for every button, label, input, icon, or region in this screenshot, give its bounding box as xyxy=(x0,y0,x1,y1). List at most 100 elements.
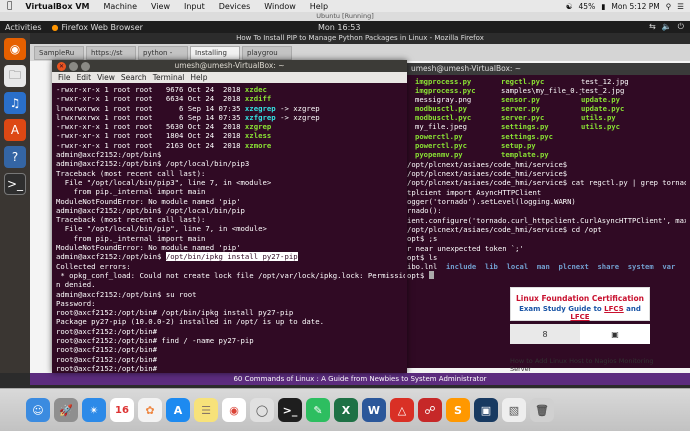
dir-entry: include xyxy=(445,262,477,272)
menu-help[interactable]: Help xyxy=(190,73,207,82)
terminal-line: -rwxr-xr-x 1 root root 9676 Oct 24 2018 … xyxy=(56,85,405,94)
dir-entry xyxy=(476,262,485,271)
launchpad-icon[interactable]: 🚀 xyxy=(54,398,78,422)
filename: xzmore xyxy=(244,140,272,150)
article-footer-banner[interactable]: 60 Commands of Linux : A Guide from Newb… xyxy=(30,373,690,385)
menu-view[interactable]: View xyxy=(144,2,177,11)
file-entry xyxy=(581,132,651,141)
terminal-output[interactable]: -rwxr-xr-x 1 root root 9676 Oct 24 2018 … xyxy=(52,83,407,373)
terminal-icon[interactable]: >_ xyxy=(278,398,302,422)
share-count-button[interactable]: 8 xyxy=(510,324,580,344)
file-entry: modbusctl.py xyxy=(415,104,467,114)
preview-icon[interactable]: ▧ xyxy=(502,398,526,422)
reader-icon[interactable]: ☍ xyxy=(418,398,442,422)
software-dock-icon[interactable]: A xyxy=(4,119,26,141)
evernote-icon[interactable]: ✎ xyxy=(306,398,330,422)
menu-window[interactable]: Window xyxy=(257,2,303,11)
file-entry: update.pyc xyxy=(581,104,625,114)
firefox-dock-icon[interactable]: ◉ xyxy=(4,38,26,60)
minimize-window-button[interactable] xyxy=(69,61,78,71)
browser-icon[interactable]: ◯ xyxy=(250,398,274,422)
browser-tab[interactable]: python - xyxy=(138,45,188,60)
filename: xzegrep xyxy=(244,103,276,113)
terminal-line: ibo.lnl include lib local man plcnext sh… xyxy=(407,262,686,271)
terminal-title: umesh@umesh-VirtualBox: ~ xyxy=(174,61,285,70)
terminal-line: * opkg_conf_load: Could not create lock … xyxy=(56,271,405,280)
file-entry: settings.py xyxy=(501,122,549,132)
terminal-line-text: ModuleNotFoundError: No module named 'pi… xyxy=(56,196,241,206)
photos-icon[interactable]: ✿ xyxy=(138,398,162,422)
menu-machine[interactable]: Machine xyxy=(97,2,145,11)
file-listing: imgprocess.py regctl.pyc test_12.jpg imgpro… xyxy=(405,75,690,159)
menubar-clock[interactable]: Mon 5:12 PM xyxy=(611,2,659,11)
close-window-button[interactable]: ✕ xyxy=(57,61,66,71)
ubuntu-system-menu[interactable]: ⇆ 🔈 ⏻ xyxy=(649,22,684,32)
help-dock-icon[interactable]: ? xyxy=(4,146,26,168)
acrobat-icon[interactable]: △ xyxy=(390,398,414,422)
certification-ad[interactable]: Linux Foundation Certification Exam Stud… xyxy=(510,287,650,321)
file-entry: settings.pyc xyxy=(501,131,553,141)
battery-icon[interactable]: ▮ xyxy=(601,2,605,11)
terminal-line-text: * opkg_conf_load: Could not create lock … xyxy=(56,270,405,280)
browser-tab[interactable]: https://st xyxy=(86,45,136,60)
main-terminal-window[interactable]: ✕ umesh@umesh-VirtualBox: ~ File Edit Vi… xyxy=(52,60,407,373)
maximize-window-button[interactable] xyxy=(81,61,90,71)
menu-file[interactable]: File xyxy=(58,73,71,82)
terminal-line: admin@axcf2152:/opt/bin$ su root xyxy=(56,290,405,299)
background-terminal[interactable]: umesh@umesh-VirtualBox: ~ imgprocess.py r… xyxy=(405,63,690,368)
menu-view[interactable]: View xyxy=(97,73,115,82)
file-entry: server.py xyxy=(501,104,540,114)
terminal-line-text: root@axcf2152:/opt/bin# xyxy=(56,354,158,364)
terminal-line: opt$ ;s xyxy=(407,234,438,244)
chrome-icon[interactable]: ◉ xyxy=(222,398,246,422)
appstore-icon[interactable]: A xyxy=(166,398,190,422)
file-entry: pyopenmv.py xyxy=(415,149,463,159)
mac-dock: ☺ 🚀 ✴ 16 ✿ A ☰ ◉ ◯ >_ ✎ X W △ ☍ S ▣ ▧ 🗑 xyxy=(0,388,690,431)
ad-headline: Linux Foundation Certification xyxy=(516,294,644,303)
panel-app-menu[interactable]: ● Firefox Web Browser xyxy=(42,23,143,32)
search-icon[interactable]: ⚲ xyxy=(666,2,672,11)
menu-app-name[interactable]: VirtualBox VM xyxy=(18,2,96,11)
browser-tab[interactable]: SampleRu xyxy=(34,45,84,60)
calendar-icon[interactable]: 16 xyxy=(110,398,134,422)
terminal-line: ModuleNotFoundError: No module named 'pi… xyxy=(56,197,405,206)
safari-icon[interactable]: ✴ xyxy=(82,398,106,422)
browser-tab-active[interactable]: Installing xyxy=(190,45,240,60)
browser-tab[interactable]: playgrou xyxy=(242,45,292,60)
menu-list-icon[interactable]: ☰ xyxy=(677,2,684,11)
menu-input[interactable]: Input xyxy=(177,2,212,11)
file-entry: imgprocess.pyc xyxy=(415,86,476,96)
files-dock-icon[interactable]: 🗀 xyxy=(4,65,26,87)
menu-search[interactable]: Search xyxy=(121,73,147,82)
terminal-dock-icon[interactable]: >_ xyxy=(4,173,26,195)
virtualbox-icon[interactable]: ▣ xyxy=(474,398,498,422)
battery-percent[interactable]: 45% xyxy=(579,2,596,11)
wifi-icon[interactable]: ☯ xyxy=(566,2,573,11)
menu-terminal[interactable]: Terminal xyxy=(153,73,185,82)
comment-icon[interactable]: ▣ xyxy=(580,324,650,344)
sublime-icon[interactable]: S xyxy=(446,398,470,422)
terminal-line: root@axcf2152:/opt/bin# find / -name py2… xyxy=(56,336,405,345)
terminal-line-text: admin@axcf2152:/opt/bin$ /opt/local/bin/… xyxy=(56,159,250,169)
trash-icon[interactable]: 🗑 xyxy=(530,398,554,422)
apple-icon[interactable]:  xyxy=(0,1,18,11)
word-icon[interactable]: W xyxy=(362,398,386,422)
notes-icon[interactable]: ☰ xyxy=(194,398,218,422)
excel-icon[interactable]: X xyxy=(334,398,358,422)
terminal-titlebar[interactable]: ✕ umesh@umesh-VirtualBox: ~ xyxy=(52,60,407,72)
dir-entry xyxy=(528,262,537,271)
terminal-line: r near unexpected token `;' xyxy=(407,243,524,253)
file-entry: powerctl.pyc xyxy=(415,140,467,150)
menu-edit[interactable]: Edit xyxy=(77,73,92,82)
menubar-status-area: ☯ 45% ▮ Mon 5:12 PM ⚲ ☰ xyxy=(566,2,690,11)
power-icon: ⏻ xyxy=(677,22,684,31)
menu-devices[interactable]: Devices xyxy=(212,2,258,11)
finder-icon[interactable]: ☺ xyxy=(26,398,50,422)
menu-help[interactable]: Help xyxy=(303,2,335,11)
rhythmbox-dock-icon[interactable]: ♫ xyxy=(4,92,26,114)
terminal-line-text: from pip._internal import main xyxy=(56,233,206,243)
ubuntu-clock[interactable]: Mon 16:53 xyxy=(318,23,360,32)
activities-button[interactable]: Activities xyxy=(0,23,42,32)
related-article-link[interactable]: How to Add Linux Host to Nagios Monitori… xyxy=(510,357,660,373)
terminal-line: -rwxr-xr-x 1 root root 6634 Oct 24 2018 … xyxy=(56,94,405,103)
